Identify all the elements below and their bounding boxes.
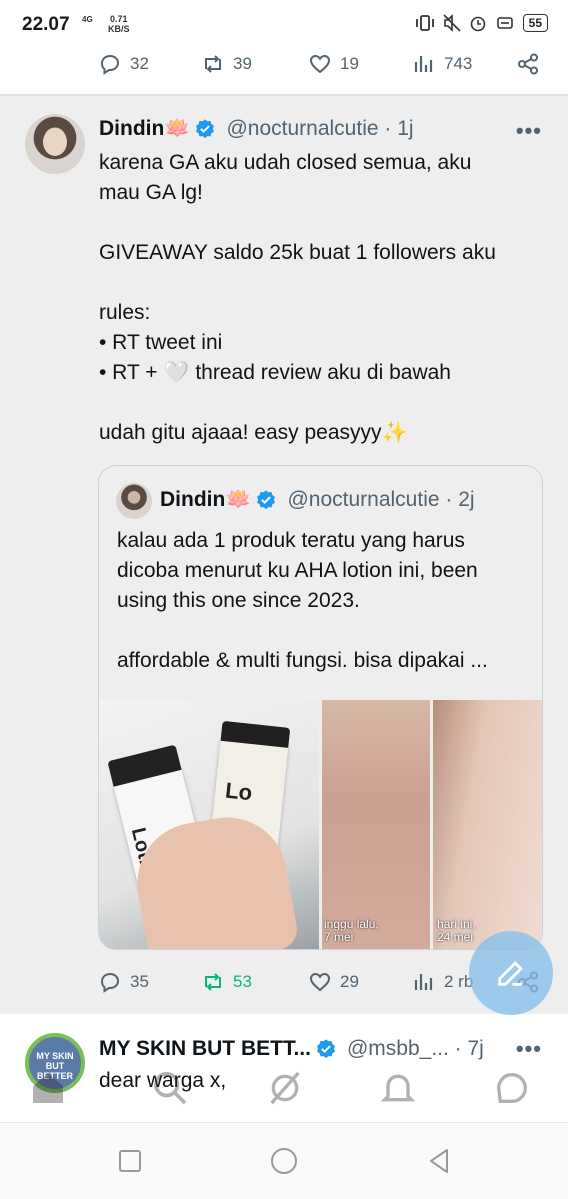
views-button[interactable]: 2 rb: [412, 970, 473, 994]
tweet-text-line: udah gitu ajaaa! easy peasyyy✨: [99, 421, 408, 444]
tweet-text-line: karena GA aku udah closed semua, aku: [99, 151, 472, 174]
tweet-text-line: • RT + 🤍 thread review aku di bawah: [99, 361, 451, 384]
status-icons: 55: [415, 14, 548, 32]
search-icon[interactable]: [150, 1068, 190, 1108]
quoted-avatar: [116, 483, 152, 519]
views-icon: [414, 56, 433, 72]
reply-icon: [100, 54, 120, 75]
product-label-2: Lo: [224, 777, 254, 806]
compose-button[interactable]: [469, 931, 553, 1015]
more-options-icon[interactable]: •••: [516, 118, 542, 144]
like-count: 19: [340, 54, 359, 73]
quoted-text: kalau ada 1 produk teratu yang harus dico…: [117, 526, 532, 676]
more-options-icon[interactable]: •••: [516, 1036, 542, 1062]
back-icon[interactable]: [423, 1145, 455, 1177]
product-photo[interactable]: Lo Lotion: [99, 700, 319, 949]
retweet-icon: [205, 55, 221, 73]
tweet-text: karena GA aku udah closed semua, aku mau …: [99, 148, 539, 448]
wifi-off-icon: [496, 17, 513, 29]
media-grid[interactable]: Lo Lotion inggu lalu,7 mei hari ini,24 m…: [99, 700, 542, 949]
share-button[interactable]: [516, 52, 540, 76]
quoted-text-line: kalau ada 1 produk teratu yang harus: [117, 529, 465, 552]
retweet-count: 53: [233, 972, 252, 991]
recent-apps-icon[interactable]: [114, 1145, 146, 1177]
battery-indicator: 55: [522, 14, 548, 32]
tweet-text-line: rules:: [99, 301, 151, 324]
tweet-text-line: • RT tweet ini: [99, 331, 223, 354]
retweet-button[interactable]: 53: [201, 970, 252, 994]
retweet-count: 39: [233, 54, 252, 73]
caption-before: inggu lalu, 7 mei: [324, 917, 379, 944]
messages-icon[interactable]: [492, 1068, 532, 1108]
author-name[interactable]: Dindin🪷: [99, 117, 190, 141]
quoted-text-line: dicoba menurut ku AHA lotion ini, been: [117, 559, 478, 582]
tweet-text-line: [99, 208, 539, 238]
quoted-author-handle: @nocturnalcutie · 2j: [287, 488, 475, 511]
home-icon[interactable]: [28, 1068, 68, 1108]
author-handle[interactable]: @nocturnalcutie · 1j: [226, 117, 413, 141]
status-bar: 22.07 4G 0.71 KB/S 55: [0, 0, 568, 44]
share-icon: [518, 53, 538, 75]
retweet-icon: [205, 973, 221, 991]
grok-icon[interactable]: [265, 1068, 305, 1108]
reply-icon: [100, 972, 120, 993]
compose-icon: [498, 961, 523, 986]
tweet-text-line: [99, 388, 539, 418]
like-button[interactable]: 19: [308, 52, 359, 76]
reply-button[interactable]: 32: [98, 52, 149, 76]
verified-badge-icon: [257, 490, 276, 510]
vibrate-icon: [415, 15, 434, 31]
heart-icon: [309, 54, 331, 74]
status-time: 22.07: [22, 14, 70, 35]
mute-icon: [443, 14, 461, 32]
bottom-tab-bar: [0, 1062, 568, 1114]
home-button-icon[interactable]: [268, 1145, 300, 1177]
tweet-text-line: [99, 268, 539, 298]
like-button[interactable]: 29: [308, 970, 359, 994]
views-count: 743: [444, 54, 473, 73]
speed-value: 0.71: [109, 14, 128, 24]
heart-icon: [309, 972, 331, 992]
next-author-handle[interactable]: @msbb_... · 7j: [347, 1037, 484, 1061]
quoted-text-line: using this one since 2023.: [117, 589, 360, 612]
tweet-text-line: GIVEAWAY saldo 25k buat 1 followers aku: [99, 241, 496, 264]
android-nav-bar: [0, 1122, 568, 1199]
tweet-header: Dindin🪷 @nocturnalcutie · 1j: [99, 117, 414, 141]
quoted-text-line: [117, 616, 532, 646]
retweet-button[interactable]: 39: [201, 52, 252, 76]
avatar[interactable]: [25, 114, 85, 174]
reply-button[interactable]: 35: [98, 970, 149, 994]
after-photo[interactable]: hari ini, 24 mei: [433, 700, 542, 949]
speed-unit: KB/S: [108, 24, 130, 34]
network-indicator: 4G: [82, 15, 93, 24]
next-tweet-header: MY SKIN BUT BETT... @msbb_... · 7j: [99, 1037, 484, 1061]
quoted-tweet[interactable]: Dindin🪷 @nocturnalcutie · 2j kalau ada 1…: [98, 465, 543, 950]
quoted-text-line: affordable & multi fungsi. bisa dipakai …: [117, 649, 488, 672]
caption-after: hari ini, 24 mei: [437, 917, 476, 944]
reply-count: 32: [130, 54, 149, 73]
quoted-header: Dindin🪷 @nocturnalcutie · 2j: [160, 488, 475, 512]
next-author-name[interactable]: MY SKIN BUT BETT...: [99, 1037, 311, 1061]
views-button[interactable]: 743: [412, 52, 472, 76]
verified-badge-icon: [196, 119, 215, 139]
like-count: 29: [340, 972, 359, 991]
network-speed: 0.71 KB/S: [108, 14, 130, 34]
tweet-text-line: mau GA lg!: [99, 181, 203, 204]
quoted-author-name: Dindin🪷: [160, 488, 252, 511]
alarm-icon: [470, 16, 485, 32]
reply-count: 35: [130, 972, 149, 991]
before-photo[interactable]: inggu lalu, 7 mei: [322, 700, 430, 949]
notifications-icon[interactable]: [378, 1068, 418, 1108]
views-icon: [414, 974, 433, 990]
verified-badge-icon: [316, 1039, 335, 1059]
